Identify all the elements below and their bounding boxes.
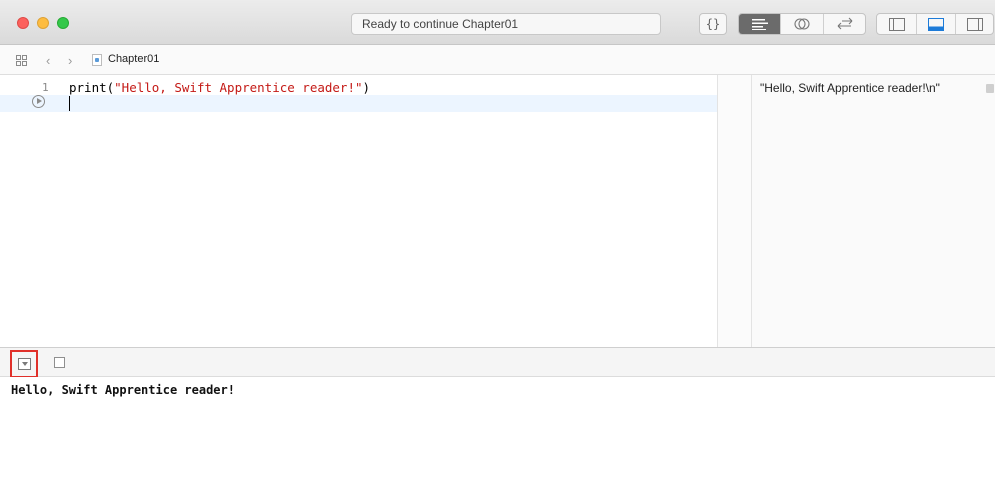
code-line[interactable]: print("Hello, Swift Apprentice reader!") (69, 80, 370, 95)
activity-status-field: Ready to continue Chapter01 (351, 13, 661, 35)
debug-checkbox-icon[interactable] (54, 357, 65, 368)
code-function-call: print( (69, 80, 115, 95)
current-line-highlight (0, 95, 717, 112)
window-toolbar: Ready to continue Chapter01 {} (0, 0, 995, 45)
editor-mode-segmented-control (738, 13, 866, 35)
run-playground-icon[interactable] (32, 95, 45, 108)
back-chevron-icon[interactable]: ‹ (46, 53, 50, 68)
standard-editor-button[interactable] (739, 14, 781, 34)
braces-button[interactable]: {} (699, 13, 727, 35)
zoom-window-button[interactable] (57, 17, 69, 29)
utilities-icon (966, 17, 983, 31)
minimize-window-button[interactable] (37, 17, 49, 29)
result-value: "Hello, Swift Apprentice reader!\n" (760, 81, 940, 95)
toggle-navigator-button[interactable] (877, 14, 917, 34)
results-sidebar: "Hello, Swift Apprentice reader!\n" (752, 75, 995, 347)
debug-area-icon (928, 17, 944, 31)
version-editor-icon (837, 17, 852, 30)
debug-area-toggle-highlight (10, 350, 38, 378)
standard-editor-icon (751, 19, 768, 30)
toggle-debug-area-button[interactable] (917, 14, 956, 34)
jump-bar: ‹ › Chapter01 (0, 45, 995, 75)
line-number: 1 (42, 81, 49, 94)
breadcrumb-file-label[interactable]: Chapter01 (108, 53, 159, 65)
quick-look-icon[interactable] (986, 84, 994, 93)
navigator-icon (888, 17, 905, 31)
editor-margin-column (718, 75, 751, 347)
close-window-button[interactable] (17, 17, 29, 29)
assistant-editor-button[interactable] (781, 14, 824, 34)
related-items-grid-icon[interactable] (16, 55, 27, 66)
code-closing-paren: ) (362, 80, 371, 95)
text-cursor (69, 96, 70, 111)
view-toggle-segmented-control (876, 13, 994, 35)
debug-bar (0, 347, 995, 378)
code-string-literal: "Hello, Swift Apprentice reader!" (114, 80, 363, 95)
console-output-area[interactable]: Hello, Swift Apprentice reader! (0, 377, 995, 491)
console-output-text: Hello, Swift Apprentice reader! (11, 383, 235, 397)
source-editor[interactable]: 1 print("Hello, Swift Apprentice reader!… (0, 75, 717, 347)
hide-debug-area-icon[interactable] (18, 358, 31, 370)
forward-chevron-icon[interactable]: › (68, 53, 72, 68)
braces-icon: {} (705, 17, 721, 31)
version-editor-button[interactable] (824, 14, 865, 34)
toggle-utilities-button[interactable] (956, 14, 993, 34)
assistant-editor-icon (794, 18, 810, 30)
activity-status-text: Ready to continue Chapter01 (362, 17, 519, 31)
playground-file-icon (92, 54, 102, 66)
